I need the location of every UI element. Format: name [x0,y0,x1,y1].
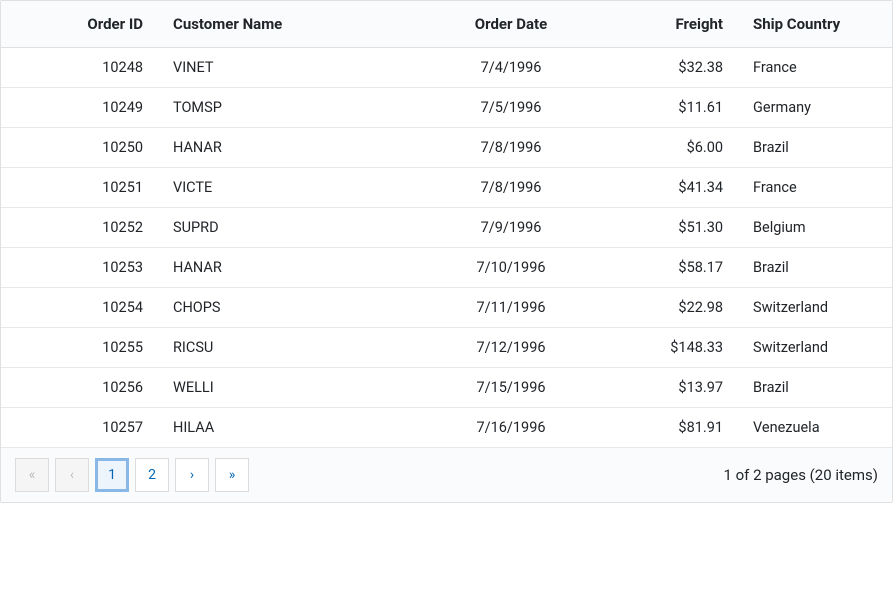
cell-ship-country: France [741,48,892,88]
col-header-order-id[interactable]: Order ID [1,1,161,48]
table-row[interactable]: 10256WELLI7/15/1996$13.97Brazil [1,368,892,408]
cell-customer-name: VICTE [161,168,421,208]
table-row[interactable]: 10250HANAR7/8/1996$6.00Brazil [1,128,892,168]
cell-customer-name: WELLI [161,368,421,408]
cell-ship-country: Germany [741,88,892,128]
cell-customer-name: HANAR [161,128,421,168]
pager-controls: « ‹ 12 › » [15,458,249,492]
cell-order-date: 7/4/1996 [421,48,601,88]
cell-order-date: 7/8/1996 [421,128,601,168]
cell-order-id: 10255 [1,328,161,368]
cell-ship-country: France [741,168,892,208]
table-row[interactable]: 10253HANAR7/10/1996$58.17Brazil [1,248,892,288]
cell-ship-country: Switzerland [741,288,892,328]
cell-order-date: 7/11/1996 [421,288,601,328]
cell-customer-name: VINET [161,48,421,88]
cell-order-id: 10253 [1,248,161,288]
cell-freight: $41.34 [601,168,741,208]
cell-freight: $32.38 [601,48,741,88]
cell-ship-country: Switzerland [741,328,892,368]
cell-order-id: 10256 [1,368,161,408]
cell-ship-country: Venezuela [741,408,892,448]
cell-order-date: 7/5/1996 [421,88,601,128]
table-row[interactable]: 10254CHOPS7/11/1996$22.98Switzerland [1,288,892,328]
cell-freight: $22.98 [601,288,741,328]
orders-table: Order ID Customer Name Order Date Freigh… [1,1,892,448]
cell-customer-name: RICSU [161,328,421,368]
pager-next-button[interactable]: › [175,458,209,492]
cell-freight: $13.97 [601,368,741,408]
cell-customer-name: CHOPS [161,288,421,328]
cell-ship-country: Brazil [741,248,892,288]
pager-first-button[interactable]: « [15,458,49,492]
pager-prev-button[interactable]: ‹ [55,458,89,492]
chevron-right-icon: › [190,467,194,483]
double-chevron-right-icon: » [229,467,236,483]
cell-freight: $148.33 [601,328,741,368]
table-row[interactable]: 10249TOMSP7/5/1996$11.61Germany [1,88,892,128]
cell-ship-country: Brazil [741,128,892,168]
col-header-ship-country[interactable]: Ship Country [741,1,892,48]
double-chevron-left-icon: « [29,467,36,483]
cell-order-date: 7/10/1996 [421,248,601,288]
cell-order-id: 10249 [1,88,161,128]
cell-order-id: 10251 [1,168,161,208]
col-header-order-date[interactable]: Order Date [421,1,601,48]
cell-order-date: 7/16/1996 [421,408,601,448]
table-row[interactable]: 10251VICTE7/8/1996$41.34France [1,168,892,208]
cell-freight: $81.91 [601,408,741,448]
pager-info: 1 of 2 pages (20 items) [723,466,878,484]
pager-bar: « ‹ 12 › » 1 of 2 pages (20 items) [1,448,892,502]
cell-order-id: 10257 [1,408,161,448]
cell-order-id: 10252 [1,208,161,248]
cell-customer-name: HILAA [161,408,421,448]
cell-order-date: 7/8/1996 [421,168,601,208]
table-row[interactable]: 10257HILAA7/16/1996$81.91Venezuela [1,408,892,448]
pager-last-button[interactable]: » [215,458,249,492]
cell-ship-country: Brazil [741,368,892,408]
pager-page-1[interactable]: 1 [95,458,129,492]
cell-order-id: 10250 [1,128,161,168]
data-grid: Order ID Customer Name Order Date Freigh… [0,0,893,503]
cell-freight: $51.30 [601,208,741,248]
table-row[interactable]: 10252SUPRD7/9/1996$51.30Belgium [1,208,892,248]
header-row: Order ID Customer Name Order Date Freigh… [1,1,892,48]
pager-page-2[interactable]: 2 [135,458,169,492]
table-row[interactable]: 10248VINET7/4/1996$32.38France [1,48,892,88]
cell-order-date: 7/12/1996 [421,328,601,368]
col-header-customer-name[interactable]: Customer Name [161,1,421,48]
cell-freight: $11.61 [601,88,741,128]
cell-ship-country: Belgium [741,208,892,248]
cell-customer-name: TOMSP [161,88,421,128]
cell-order-date: 7/15/1996 [421,368,601,408]
cell-order-id: 10254 [1,288,161,328]
cell-order-id: 10248 [1,48,161,88]
cell-customer-name: SUPRD [161,208,421,248]
col-header-freight[interactable]: Freight [601,1,741,48]
cell-customer-name: HANAR [161,248,421,288]
cell-freight: $58.17 [601,248,741,288]
table-row[interactable]: 10255RICSU7/12/1996$148.33Switzerland [1,328,892,368]
cell-order-date: 7/9/1996 [421,208,601,248]
cell-freight: $6.00 [601,128,741,168]
chevron-left-icon: ‹ [70,467,74,483]
